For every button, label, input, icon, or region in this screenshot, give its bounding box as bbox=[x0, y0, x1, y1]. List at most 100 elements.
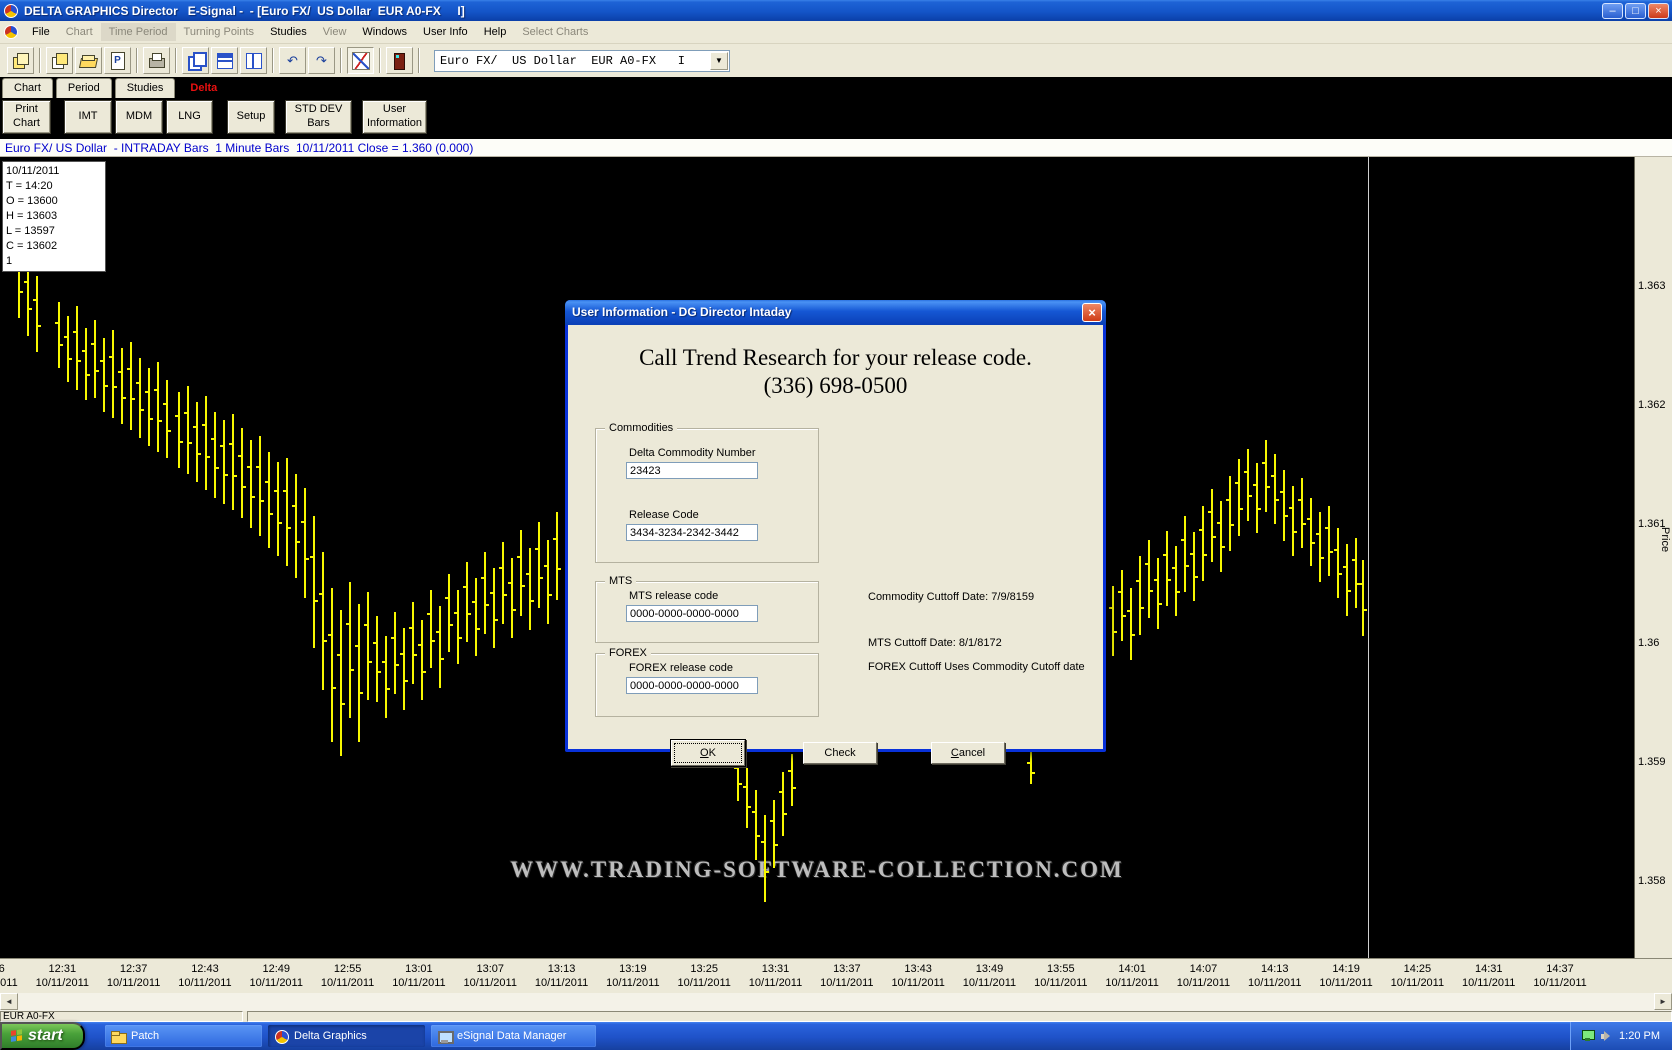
imt-button[interactable]: IMT bbox=[64, 100, 112, 134]
tile-horizontal-button[interactable] bbox=[211, 47, 238, 74]
price-bar bbox=[340, 610, 342, 756]
horizontal-scrollbar[interactable]: ◄ ► bbox=[0, 993, 1672, 1011]
price-bar bbox=[394, 612, 396, 694]
user-information-button[interactable]: User Information bbox=[362, 100, 427, 134]
dialog-close-button[interactable]: × bbox=[1082, 303, 1102, 322]
menu-help[interactable]: Help bbox=[476, 23, 515, 41]
print-button[interactable] bbox=[143, 47, 170, 74]
date-value: 10/11/2011 bbox=[1021, 976, 1101, 990]
copy-chart-button[interactable] bbox=[7, 47, 34, 74]
menu-bar: FileChartTime PeriodTurning PointsStudie… bbox=[0, 21, 1672, 44]
time-axis: 12:2610/11/201112:3110/11/201112:3710/11… bbox=[0, 958, 1672, 993]
copy-page-icon bbox=[51, 52, 68, 69]
time-value: 12:49 bbox=[236, 962, 316, 976]
copy-page-button[interactable] bbox=[46, 47, 73, 74]
delta-logo-icon bbox=[274, 1030, 289, 1043]
tab-studies[interactable]: Studies bbox=[115, 78, 176, 98]
restore-button[interactable]: □ bbox=[1625, 3, 1646, 19]
menu-chart[interactable]: Chart bbox=[58, 23, 101, 41]
delta-commodity-number-input[interactable] bbox=[626, 462, 758, 479]
computer-icon bbox=[437, 1030, 452, 1043]
task-esignal-data-manager[interactable]: eSignal Data Manager bbox=[431, 1025, 596, 1047]
ok-button[interactable]: OK bbox=[671, 740, 745, 766]
open-folder-button[interactable] bbox=[75, 47, 102, 74]
chart-settings-button[interactable] bbox=[347, 47, 374, 74]
price-bar bbox=[1247, 449, 1249, 521]
task-delta-graphics[interactable]: Delta Graphics bbox=[268, 1025, 425, 1047]
price-bar bbox=[1030, 752, 1032, 784]
price-bar bbox=[421, 620, 423, 700]
redo-button[interactable]: ↷ bbox=[308, 47, 335, 74]
price-bar bbox=[331, 588, 333, 742]
toolbar-separator bbox=[175, 48, 177, 73]
volume-tray-icon[interactable] bbox=[1601, 1030, 1613, 1042]
close-button[interactable]: × bbox=[1648, 3, 1669, 19]
price-bar bbox=[1319, 512, 1321, 582]
print-chart-button[interactable]: Print Chart bbox=[2, 100, 51, 134]
price-tick-label: 1.36 bbox=[1638, 637, 1659, 649]
menu-file[interactable]: File bbox=[24, 23, 58, 41]
price-bar bbox=[1157, 558, 1159, 629]
time-tick-label: 13:2510/11/2011 bbox=[664, 962, 744, 990]
quote-line: O = 13600 bbox=[6, 194, 105, 209]
time-tick-label: 14:1910/11/2011 bbox=[1306, 962, 1386, 990]
menu-turning-points[interactable]: Turning Points bbox=[176, 23, 263, 41]
price-bar bbox=[1274, 454, 1276, 524]
task-patch[interactable]: Patch bbox=[105, 1025, 262, 1047]
time-value: 13:01 bbox=[379, 962, 459, 976]
date-value: 10/11/2011 bbox=[236, 976, 316, 990]
cascade-windows-button[interactable] bbox=[182, 47, 209, 74]
scroll-right-button[interactable]: ► bbox=[1654, 993, 1672, 1010]
lng-button[interactable]: LNG bbox=[166, 100, 213, 134]
date-value: 10/11/2011 bbox=[807, 976, 887, 990]
tab-chart[interactable]: Chart bbox=[2, 78, 53, 98]
time-tick-label: 13:4910/11/2011 bbox=[949, 962, 1029, 990]
check-button[interactable]: Check bbox=[803, 742, 877, 764]
std-dev-bars-button[interactable]: STD DEV Bars bbox=[285, 100, 352, 134]
menu-user-info[interactable]: User Info bbox=[415, 23, 476, 41]
combobox-dropdown-icon[interactable]: ▼ bbox=[710, 52, 728, 70]
price-bar bbox=[94, 320, 96, 398]
setup-button[interactable]: Setup bbox=[227, 100, 275, 134]
time-value: 14:31 bbox=[1449, 962, 1529, 976]
document-icon bbox=[4, 25, 18, 39]
tab-period[interactable]: Period bbox=[56, 78, 112, 98]
price-bar bbox=[1166, 531, 1168, 606]
menu-time-period[interactable]: Time Period bbox=[101, 23, 176, 41]
field-label: Release Code bbox=[629, 509, 699, 521]
price-bar bbox=[76, 306, 78, 390]
mdm-button[interactable]: MDM bbox=[115, 100, 163, 134]
cancel-button[interactable]: Cancel bbox=[931, 742, 1005, 764]
release-code-input[interactable] bbox=[626, 524, 758, 541]
price-bar bbox=[36, 276, 38, 352]
paste-page-button[interactable]: P bbox=[104, 47, 131, 74]
symbol-combobox[interactable]: Euro FX/ US Dollar EUR A0-FXI▼ bbox=[434, 50, 730, 72]
undo-button[interactable]: ↶ bbox=[279, 47, 306, 74]
menu-windows[interactable]: Windows bbox=[354, 23, 415, 41]
minimize-button[interactable]: – bbox=[1602, 3, 1623, 19]
date-value: 10/11/2011 bbox=[1092, 976, 1172, 990]
menu-view[interactable]: View bbox=[315, 23, 355, 41]
tab-delta[interactable]: Delta bbox=[178, 78, 229, 98]
price-bar bbox=[520, 530, 522, 616]
mts-release-code-input[interactable] bbox=[626, 605, 758, 622]
forex-release-code-input[interactable] bbox=[626, 677, 758, 694]
tile-vertical-button[interactable] bbox=[240, 47, 267, 74]
price-bar bbox=[1184, 516, 1186, 592]
menu-studies[interactable]: Studies bbox=[262, 23, 315, 41]
time-value: 14:19 bbox=[1306, 962, 1386, 976]
network-tray-icon[interactable] bbox=[1581, 1030, 1595, 1042]
price-bar bbox=[1121, 570, 1123, 641]
exit-door-button[interactable] bbox=[386, 47, 413, 74]
time-value: 13:19 bbox=[593, 962, 673, 976]
scroll-left-button[interactable]: ◄ bbox=[0, 993, 18, 1010]
group-title: MTS bbox=[605, 575, 636, 587]
symbol-combobox-value: Euro FX/ US Dollar EUR A0-FX bbox=[435, 54, 656, 68]
toolbar-separator bbox=[136, 48, 138, 73]
start-button[interactable]: start bbox=[0, 1022, 85, 1050]
price-bar bbox=[1301, 478, 1303, 548]
dialog-title-bar[interactable]: User Information - DG Director Intaday × bbox=[565, 300, 1106, 325]
menu-select-charts[interactable]: Select Charts bbox=[514, 23, 596, 41]
price-tick-label: 1.363 bbox=[1638, 280, 1666, 292]
status-bar: EUR A0-FX bbox=[0, 1011, 1672, 1022]
